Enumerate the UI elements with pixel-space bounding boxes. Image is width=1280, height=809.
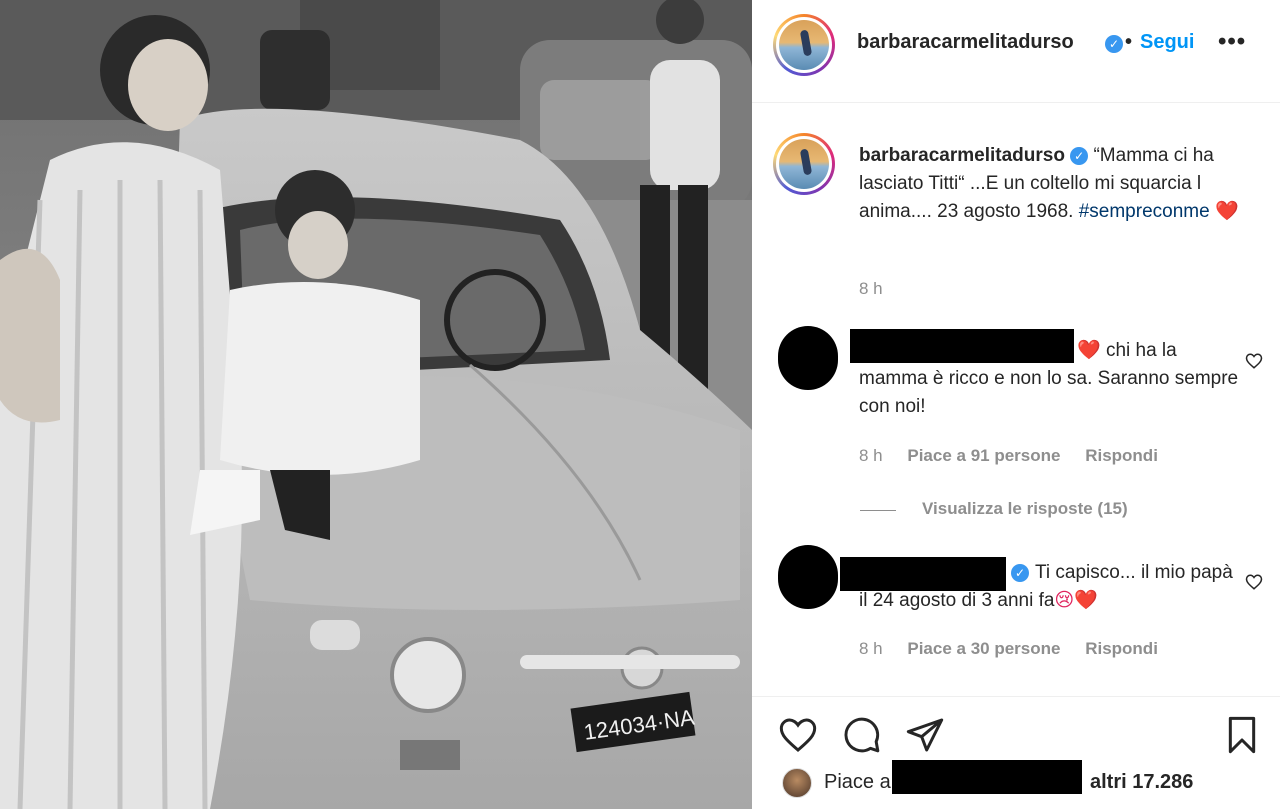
redacted-liker-name (892, 760, 1082, 794)
share-icon[interactable] (905, 715, 945, 755)
caption-avatar[interactable] (773, 133, 835, 195)
heart-emoji: ❤️ (1214, 201, 1239, 222)
verified-icon: ✓ (1070, 147, 1089, 165)
post-photo[interactable]: 124034·NA (0, 0, 752, 809)
caption-username[interactable]: barbaracarmelitadurso (859, 145, 1065, 166)
post-side-panel: barbaracarmelitadurso ✓ • Segui ••• barb… (752, 0, 1280, 809)
header-username[interactable]: barbaracarmelitadurso (857, 31, 1074, 54)
reply-button[interactable]: Rispondi (1085, 446, 1158, 465)
reply-button[interactable]: Rispondi (1085, 639, 1158, 658)
comment-text: ❤️ chi ha la mamma è ricco e non lo sa. … (859, 340, 1239, 417)
separator-dot: • (1125, 31, 1133, 53)
author-avatar[interactable] (773, 14, 835, 76)
comment-text: Ti capisco... il mio papà il 24 agosto d… (859, 562, 1233, 611)
comment-time[interactable]: 8 h (859, 639, 883, 658)
comment-icon[interactable] (842, 715, 882, 755)
replies-divider (860, 510, 896, 511)
verified-icon: ✓ (1105, 35, 1123, 53)
heart-icon[interactable] (778, 715, 818, 755)
comment-likes[interactable]: Piace a 91 persone (907, 446, 1060, 465)
liker-avatar[interactable] (782, 768, 812, 798)
bookmark-icon[interactable] (1222, 715, 1262, 755)
likes-prefix: Piace a (824, 771, 891, 793)
view-replies-button[interactable]: Visualizza le risposte (15) (922, 499, 1128, 519)
hashtag-link[interactable]: #sempreconme (1079, 201, 1210, 222)
sad-heart-emoji: 😢❤️ (1054, 590, 1098, 611)
comment-meta: 8 h Piace a 91 persone Rispondi (859, 446, 1178, 466)
more-icon[interactable]: ••• (1218, 28, 1246, 56)
comment-likes[interactable]: Piace a 30 persone (907, 639, 1060, 658)
comment-time[interactable]: 8 h (859, 446, 883, 465)
comment-meta: 8 h Piace a 30 persone Rispondi (859, 639, 1178, 659)
post-header: barbaracarmelitadurso ✓ • Segui ••• (752, 0, 1280, 103)
comment-avatar[interactable] (778, 545, 838, 609)
likes-count[interactable]: altri 17.286 (1090, 771, 1193, 794)
follow-button[interactable]: Segui (1140, 31, 1194, 54)
comment-like-icon[interactable] (1245, 352, 1263, 370)
caption-time[interactable]: 8 h (859, 279, 883, 299)
vintage-photo-illustration: 124034·NA (0, 0, 752, 809)
comment-like-icon[interactable] (1245, 573, 1263, 591)
comment-avatar[interactable] (778, 326, 838, 390)
caption: barbaracarmelitadurso ✓ “Mamma ci ha las… (859, 142, 1259, 226)
heart-emoji: ❤️ (1077, 340, 1101, 361)
